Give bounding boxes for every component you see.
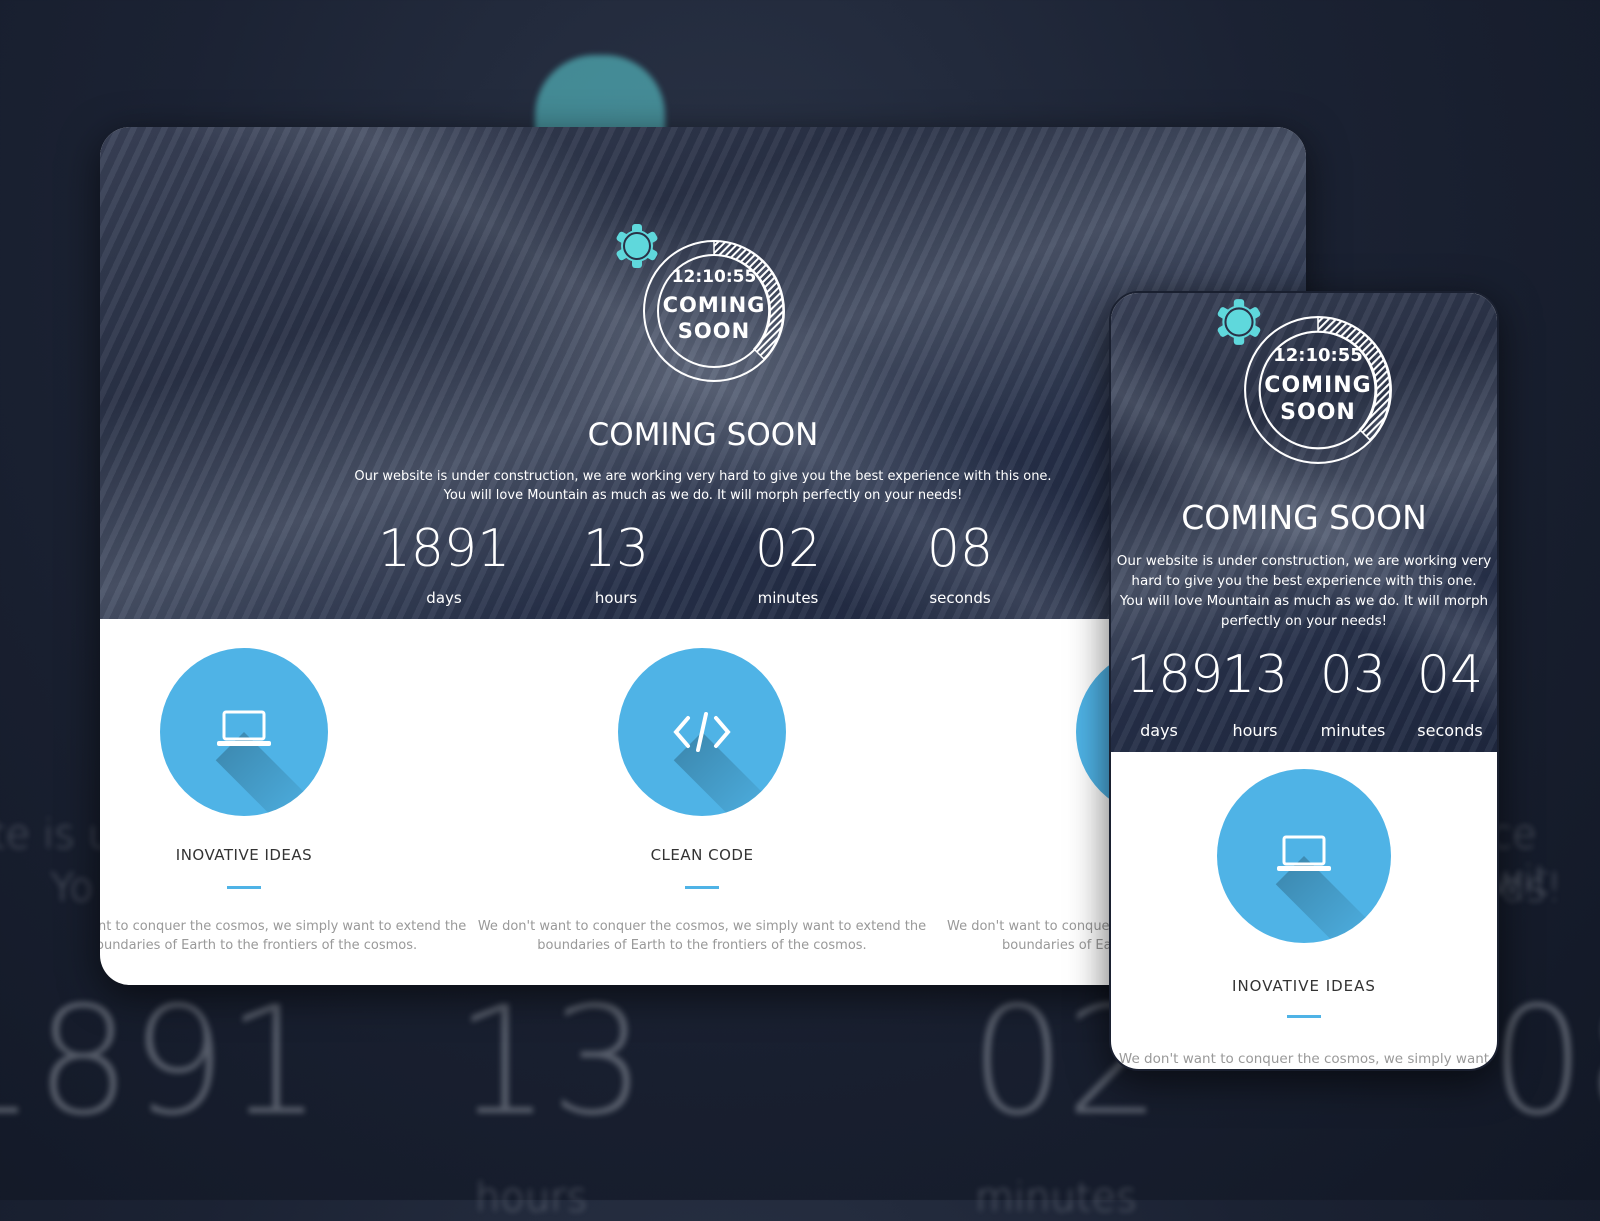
counter-minutes: 02 [754,519,822,579]
logo-time: 12:10:55 [671,267,757,287]
bg-label: minutes [975,1175,1137,1221]
counter-seconds: 04 [1416,645,1484,705]
feature-underline [1287,1015,1321,1018]
page-title: COMING SOON [1181,498,1427,537]
feature-underline [227,886,261,889]
description: perfectly on your needs! [1220,613,1388,629]
feature-icon-circle [1217,769,1391,943]
bg-counter: 1891 [0,975,322,1149]
feature-title: INOVATIVE IDEAS [175,846,313,864]
hero-section: 12:10:55 COMING SOON COMING SOON Our web… [1111,293,1497,752]
counter-label: seconds [929,589,991,607]
bg-text: te is u [0,812,114,858]
bg-counter: 08 [1490,975,1600,1149]
counter-hours: 13 [582,519,650,579]
description: Our website is under construction, we ar… [1116,553,1492,569]
description: hard to give you the best experience wit… [1131,573,1477,589]
bg-text: ds! [1500,865,1563,911]
feature-underline [685,886,719,889]
counter-hours: 13 [1221,645,1289,705]
feature-icon-circle [618,648,786,816]
counter-label: minutes [757,589,819,607]
laptop-icon [1277,835,1331,871]
bg-label: hours [475,1175,588,1221]
feature-title: INOVATIVE IDEAS [1232,977,1376,995]
counter-label: minutes [1320,721,1386,740]
feature-text: We don't want to conquer the cosmos, we … [477,919,927,934]
counter-minutes: 03 [1319,645,1387,705]
logo-text: SOON [1280,400,1356,425]
laptop-icon [217,710,271,746]
feature-icon-circle [160,648,328,816]
logo-text: SOON [677,319,751,343]
logo-text: COMING [1264,373,1372,398]
counter-days: 1891 [377,519,511,579]
counter-label: seconds [1417,721,1483,740]
counter-seconds: 08 [926,519,994,579]
bg-counter: 13 [455,975,646,1149]
feature-text: boundaries of Earth to the frontiers of … [537,938,867,953]
feature-text: oundaries of Earth to the frontiers of t… [100,938,418,953]
counter-label: hours [594,589,638,607]
mobile-preview: 12:10:55 COMING SOON COMING SOON Our web… [1109,291,1499,1071]
description: You will love Mountain as much as we do.… [1119,593,1489,609]
bg-gear-icon [535,55,665,135]
feature-text: ant to conquer the cosmos, we simply wan… [100,919,467,934]
feature-text: We don't want to conquer the cosmos, we … [1118,1051,1490,1067]
bg-text: Yo [50,865,94,911]
counter-label: days [426,589,462,607]
feature-title: CLEAN CODE [650,846,754,864]
logo-time: 12:10:55 [1273,345,1363,366]
counter-label: days [1140,721,1178,740]
code-icon [673,712,731,752]
counter-label: hours [1232,721,1278,740]
logo-text: COMING [662,293,766,317]
